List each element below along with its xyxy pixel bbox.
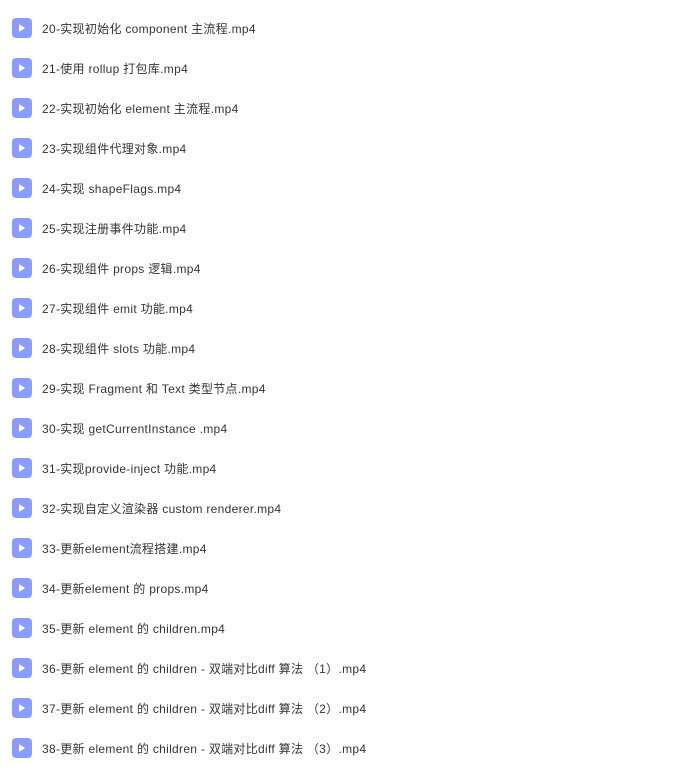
file-name-label: 26-实现组件 props 逻辑.mp4: [42, 260, 201, 277]
list-item[interactable]: 33-更新element流程搭建.mp4: [4, 528, 696, 568]
file-name-label: 28-实现组件 slots 功能.mp4: [42, 340, 195, 357]
video-file-icon: [12, 618, 32, 638]
file-name-label: 24-实现 shapeFlags.mp4: [42, 180, 181, 197]
file-name-label: 36-更新 element 的 children - 双端对比diff 算法 （…: [42, 660, 366, 677]
video-file-icon: [12, 378, 32, 398]
video-file-icon: [12, 138, 32, 158]
video-file-icon: [12, 578, 32, 598]
file-name-label: 30-实现 getCurrentInstance .mp4: [42, 420, 227, 437]
list-item[interactable]: 24-实现 shapeFlags.mp4: [4, 168, 696, 208]
file-name-label: 21-使用 rollup 打包库.mp4: [42, 60, 188, 77]
list-item[interactable]: 27-实现组件 emit 功能.mp4: [4, 288, 696, 328]
video-file-icon: [12, 498, 32, 518]
video-file-icon: [12, 218, 32, 238]
video-file-icon: [12, 258, 32, 278]
file-name-label: 25-实现注册事件功能.mp4: [42, 220, 187, 237]
list-item[interactable]: 20-实现初始化 component 主流程.mp4: [4, 8, 696, 48]
list-item[interactable]: 38-更新 element 的 children - 双端对比diff 算法 （…: [4, 728, 696, 768]
list-item[interactable]: 25-实现注册事件功能.mp4: [4, 208, 696, 248]
video-file-icon: [12, 538, 32, 558]
list-item[interactable]: 29-实现 Fragment 和 Text 类型节点.mp4: [4, 368, 696, 408]
video-file-icon: [12, 58, 32, 78]
list-item[interactable]: 35-更新 element 的 children.mp4: [4, 608, 696, 648]
file-name-label: 29-实现 Fragment 和 Text 类型节点.mp4: [42, 380, 266, 397]
file-name-label: 34-更新element 的 props.mp4: [42, 580, 209, 597]
video-file-icon: [12, 18, 32, 38]
list-item[interactable]: 26-实现组件 props 逻辑.mp4: [4, 248, 696, 288]
video-file-icon: [12, 178, 32, 198]
video-file-icon: [12, 658, 32, 678]
video-file-icon: [12, 298, 32, 318]
video-file-icon: [12, 458, 32, 478]
video-file-icon: [12, 738, 32, 758]
list-item[interactable]: 37-更新 element 的 children - 双端对比diff 算法 （…: [4, 688, 696, 728]
file-name-label: 32-实现自定义渲染器 custom renderer.mp4: [42, 500, 281, 517]
file-name-label: 35-更新 element 的 children.mp4: [42, 620, 225, 637]
list-item[interactable]: 34-更新element 的 props.mp4: [4, 568, 696, 608]
file-name-label: 27-实现组件 emit 功能.mp4: [42, 300, 193, 317]
list-item[interactable]: 21-使用 rollup 打包库.mp4: [4, 48, 696, 88]
file-name-label: 23-实现组件代理对象.mp4: [42, 140, 187, 157]
file-name-label: 33-更新element流程搭建.mp4: [42, 540, 207, 557]
list-item[interactable]: 28-实现组件 slots 功能.mp4: [4, 328, 696, 368]
video-file-icon: [12, 698, 32, 718]
list-item[interactable]: 36-更新 element 的 children - 双端对比diff 算法 （…: [4, 648, 696, 688]
list-item[interactable]: 30-实现 getCurrentInstance .mp4: [4, 408, 696, 448]
video-file-icon: [12, 418, 32, 438]
list-item[interactable]: 22-实现初始化 element 主流程.mp4: [4, 88, 696, 128]
list-item[interactable]: 23-实现组件代理对象.mp4: [4, 128, 696, 168]
video-file-icon: [12, 98, 32, 118]
file-name-label: 31-实现provide-inject 功能.mp4: [42, 460, 217, 477]
file-name-label: 20-实现初始化 component 主流程.mp4: [42, 20, 256, 37]
file-list: 20-实现初始化 component 主流程.mp4 21-使用 rollup …: [4, 8, 696, 768]
file-name-label: 22-实现初始化 element 主流程.mp4: [42, 100, 239, 117]
file-name-label: 38-更新 element 的 children - 双端对比diff 算法 （…: [42, 740, 366, 757]
video-file-icon: [12, 338, 32, 358]
file-name-label: 37-更新 element 的 children - 双端对比diff 算法 （…: [42, 700, 366, 717]
list-item[interactable]: 31-实现provide-inject 功能.mp4: [4, 448, 696, 488]
list-item[interactable]: 32-实现自定义渲染器 custom renderer.mp4: [4, 488, 696, 528]
